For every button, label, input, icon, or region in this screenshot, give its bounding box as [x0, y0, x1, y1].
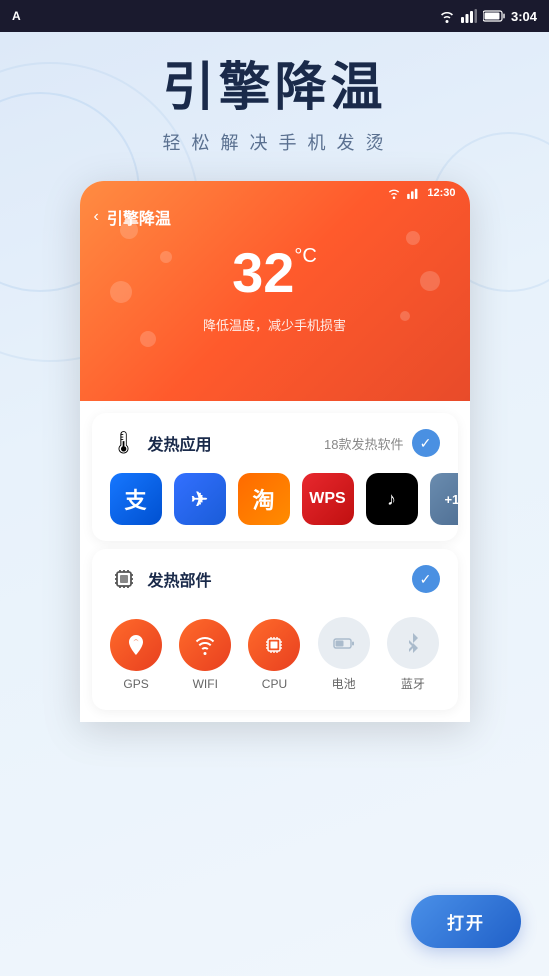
- app-icon-wps: WPS: [302, 473, 354, 525]
- comp-icon-wifi: [179, 619, 231, 671]
- comp-item-bluetooth: 蓝牙: [387, 617, 439, 692]
- app-icon-taobao: 淘: [238, 473, 290, 525]
- bubble-3: [110, 281, 132, 303]
- comp-label-bluetooth: 蓝牙: [401, 675, 425, 692]
- phone-wifi-icon: [387, 187, 401, 199]
- comp-label-cpu: CPU: [262, 677, 287, 691]
- hot-components-card: 发热部件 ✓ GPS: [92, 549, 458, 710]
- main-content: 引擎降温 轻 松 解 决 手 机 发 烫: [0, 32, 549, 976]
- component-icons-row: GPS WIFI: [92, 609, 458, 710]
- phone-inner-status: 12:30: [80, 181, 470, 199]
- status-time: 3:04: [511, 9, 537, 24]
- phone-signal-icon: [407, 187, 421, 199]
- comp-item-battery: 电池: [318, 617, 370, 692]
- phone-mockup-wrapper: 12:30 ‹ 引擎降温 32°C 降低温度，减少手机损害 🌡: [0, 181, 549, 722]
- hero-title: 引擎降温: [20, 60, 529, 117]
- app-icons-row: 支 ✈ 淘 WPS ♪ +12: [92, 473, 458, 541]
- hot-components-header-left: 发热部件: [110, 565, 212, 593]
- hot-apps-count: 18款发热软件: [324, 434, 403, 453]
- signal-icon: [461, 9, 477, 23]
- comp-label-gps: GPS: [123, 677, 148, 691]
- app-icon: A: [12, 9, 21, 23]
- hot-components-header: 发热部件 ✓: [92, 549, 458, 609]
- phone-temp-unit: °C: [294, 245, 316, 267]
- hot-apps-check: ✓: [412, 429, 440, 457]
- comp-icon-bluetooth: [387, 617, 439, 669]
- hot-components-check: ✓: [412, 565, 440, 593]
- comp-icon-battery: [318, 617, 370, 669]
- bubble-7: [140, 331, 156, 347]
- comp-icon-cpu: [248, 619, 300, 671]
- status-left: A: [12, 9, 21, 23]
- comp-label-wifi: WIFI: [193, 677, 218, 691]
- open-button[interactable]: 打开: [411, 895, 521, 948]
- bubble-1: [120, 221, 138, 239]
- hot-apps-title: 发热应用: [147, 431, 211, 455]
- bubble-5: [420, 271, 440, 291]
- comp-label-battery: 电池: [332, 675, 356, 692]
- comp-icon-gps: [110, 619, 162, 671]
- phone-nav-title: 引擎降温: [107, 205, 171, 229]
- hot-components-title: 发热部件: [148, 567, 212, 591]
- phone-temperature: 32: [232, 245, 294, 301]
- bubble-4: [406, 231, 420, 245]
- comp-item-gps: GPS: [110, 619, 162, 691]
- app-icon-alipay: 支: [110, 473, 162, 525]
- bubble-6: [400, 311, 410, 321]
- phone-time: 12:30: [427, 187, 455, 199]
- hot-apps-header-left: 🌡 发热应用: [110, 430, 212, 456]
- wifi-icon: [439, 9, 455, 23]
- phone-mockup: 12:30 ‹ 引擎降温 32°C 降低温度，减少手机损害 🌡: [80, 181, 470, 722]
- comp-item-wifi: WIFI: [179, 619, 231, 691]
- status-bar: A 3:04: [0, 0, 549, 32]
- hot-components-icon: [110, 565, 138, 593]
- hero-section: 引擎降温 轻 松 解 决 手 机 发 烫: [0, 32, 549, 171]
- hot-apps-card: 🌡 发热应用 18款发热软件 ✓ 支 ✈ 淘 WPS ♪ +12: [92, 413, 458, 541]
- hero-subtitle: 轻 松 解 决 手 机 发 烫: [20, 129, 529, 155]
- hot-apps-badge: 18款发热软件 ✓: [324, 429, 439, 457]
- hot-apps-header: 🌡 发热应用 18款发热软件 ✓: [92, 413, 458, 473]
- hot-apps-icon: 🌡: [110, 430, 138, 456]
- status-right: 3:04: [439, 9, 537, 24]
- phone-header: 12:30 ‹ 引擎降温 32°C 降低温度，减少手机损害: [80, 181, 470, 401]
- bubble-2: [160, 251, 172, 263]
- phone-nav: ‹ 引擎降温: [80, 199, 470, 229]
- battery-icon: [483, 10, 505, 22]
- app-icon-douyin: ♪: [366, 473, 418, 525]
- app-icon-more: +12: [430, 473, 458, 525]
- phone-nav-back: ‹: [94, 208, 99, 226]
- phone-temp-desc: 降低温度，减少手机损害: [80, 315, 470, 334]
- comp-item-cpu: CPU: [248, 619, 300, 691]
- hot-components-badge: ✓: [412, 565, 440, 593]
- app-icon-feishu: ✈: [174, 473, 226, 525]
